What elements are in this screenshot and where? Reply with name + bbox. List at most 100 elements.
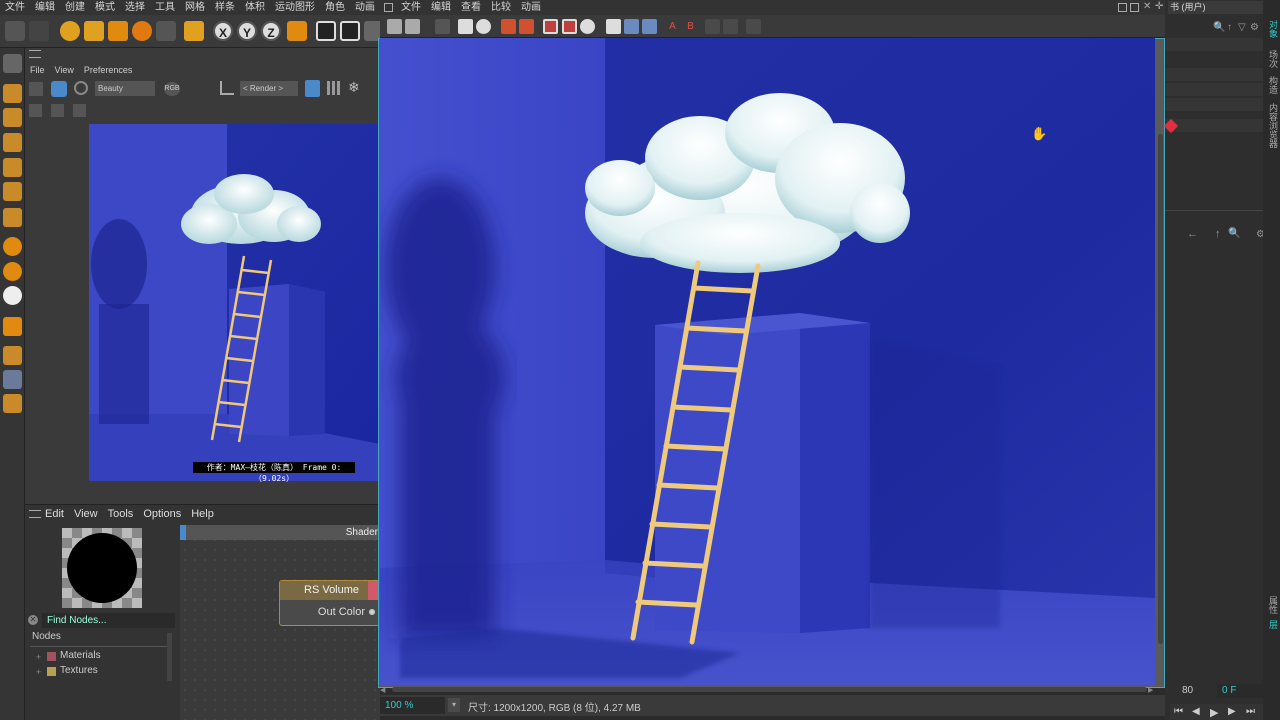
up-icon[interactable]: ↑ [1215,228,1221,240]
expand-icon[interactable]: + [36,652,41,662]
compare-icon[interactable] [606,19,621,34]
workplane-icon[interactable] [3,346,22,365]
make-editable-icon[interactable] [3,54,22,73]
object-row[interactable] [1165,83,1263,96]
zoom-dropdown-icon[interactable]: ▾ [448,698,460,712]
live-select-icon[interactable] [156,21,176,41]
save-image-icon[interactable] [29,104,42,117]
swap-ab-icon[interactable] [705,19,720,34]
search-icon[interactable]: 🔍 [1213,22,1225,33]
play-icon[interactable]: ▶ [1210,706,1218,719]
snap-settings-icon[interactable] [3,262,22,281]
timeline-end-frame[interactable]: 80 [1182,685,1193,696]
menu-mode[interactable]: 模式 [90,0,120,15]
edge-mode-icon[interactable] [3,158,22,177]
split-view-icon[interactable] [723,19,738,34]
render-queue-icon[interactable] [519,19,534,34]
tab-content-browser[interactable]: 内容浏览器 [1267,103,1280,148]
locked-workplane-icon[interactable] [3,394,22,413]
object-row[interactable] [1165,68,1263,81]
copy-icon[interactable] [73,104,86,117]
grid-icon[interactable] [327,81,341,95]
save-image-icon[interactable] [405,19,420,34]
model-mode-icon[interactable] [3,84,22,103]
find-nodes-input[interactable]: Find Nodes... [42,613,175,628]
menu-animate[interactable]: 动画 [350,0,380,15]
ab-left-icon[interactable] [624,19,639,34]
out-color-port[interactable] [369,609,375,615]
step-forward-icon[interactable]: ▶ [1228,706,1236,717]
render-view-icon[interactable] [340,21,360,41]
add-icon[interactable] [184,21,204,41]
window-close-icon[interactable]: ✕ [1143,1,1151,12]
display-select[interactable]: < Render > [240,81,298,96]
go-to-end-icon[interactable]: ⏭ [1246,706,1255,717]
snap-icon[interactable] [3,237,22,256]
move-icon[interactable] [84,21,104,41]
region-render-icon[interactable] [543,19,558,34]
menu-spline[interactable]: 样条 [210,0,240,15]
axis-mode-icon[interactable] [3,208,22,227]
tree-item-textures[interactable]: Textures [60,665,98,676]
render-region-icon[interactable] [458,19,473,34]
rgb-icon[interactable]: RGB [164,82,180,96]
polygon-mode-icon[interactable] [3,182,22,201]
node-menu-options[interactable]: Options [138,508,186,520]
object-row[interactable] [1165,119,1263,132]
scale-icon[interactable] [108,21,128,41]
play-render-icon[interactable] [51,81,67,97]
open-image-icon[interactable] [387,19,402,34]
render-region-icon[interactable] [316,21,336,41]
aov-select[interactable]: Beauty [95,81,155,96]
zoom-input[interactable]: 100 % [380,697,445,714]
export-icon[interactable] [51,104,64,117]
render-object-icon[interactable] [501,19,516,34]
tab-objects[interactable]: 对象 [1267,20,1280,38]
vp-menu-file[interactable]: File [25,63,50,78]
menu-edit[interactable]: 编辑 [30,0,60,15]
tree-scrollbar[interactable] [167,633,172,681]
render-active-icon[interactable] [476,19,491,34]
ab-right-icon[interactable] [642,19,657,34]
tab-takes[interactable]: 场次 [1267,50,1280,68]
menu-create[interactable]: 创建 [60,0,90,15]
crop-icon[interactable] [220,81,234,95]
redo-icon[interactable] [29,21,49,41]
menu-select[interactable]: 选择 [120,0,150,15]
menu-character[interactable]: 角色 [320,0,350,15]
menu-volume[interactable]: 体积 [240,0,270,15]
object-row[interactable] [1165,98,1263,111]
display-lut-icon[interactable] [746,19,761,34]
node-menu-view[interactable]: View [69,508,103,520]
viewport-render-preview[interactable] [89,124,380,481]
rv-menu-file[interactable]: 文件 [396,0,426,15]
current-frame-field[interactable]: 0 F [1217,684,1263,698]
menu-mesh[interactable]: 网格 [180,0,210,15]
node-menu-help[interactable]: Help [186,508,219,520]
select-icon[interactable] [60,21,80,41]
texture-mode-icon[interactable] [3,108,22,127]
region-render-2-icon[interactable] [562,19,577,34]
z-axis-icon[interactable]: Z [261,21,281,41]
tab-layers[interactable]: 层 [1267,620,1280,629]
rv-menu-animation[interactable]: 动画 [516,0,546,15]
window-maximize-icon[interactable] [1130,3,1139,12]
tree-item-materials[interactable]: Materials [60,650,101,661]
rv-menu-view[interactable]: 查看 [456,0,486,15]
rv-menu-compare[interactable]: 比较 [486,0,516,15]
undo-icon[interactable] [5,21,25,41]
window-pin-icon[interactable]: ✛ [1155,1,1163,12]
point-mode-icon[interactable] [3,133,22,152]
grid-icon[interactable] [3,370,22,389]
b-icon[interactable]: B [683,19,698,34]
object-row[interactable] [1165,38,1263,51]
right-panel-title[interactable]: 书 (用户) [1168,1,1263,14]
node-menu-edit[interactable]: Edit [40,508,69,520]
expand-icon[interactable]: + [36,667,41,677]
go-to-start-icon[interactable]: ⏮ [1174,706,1183,717]
window-restore-icon[interactable] [1118,3,1127,12]
settings-icon[interactable]: ⚙ [1250,22,1259,33]
menu-tools[interactable]: 工具 [150,0,180,15]
render-view-v-scrollbar[interactable] [1158,134,1163,644]
render-view-h-scrollbar[interactable] [392,687,1147,692]
